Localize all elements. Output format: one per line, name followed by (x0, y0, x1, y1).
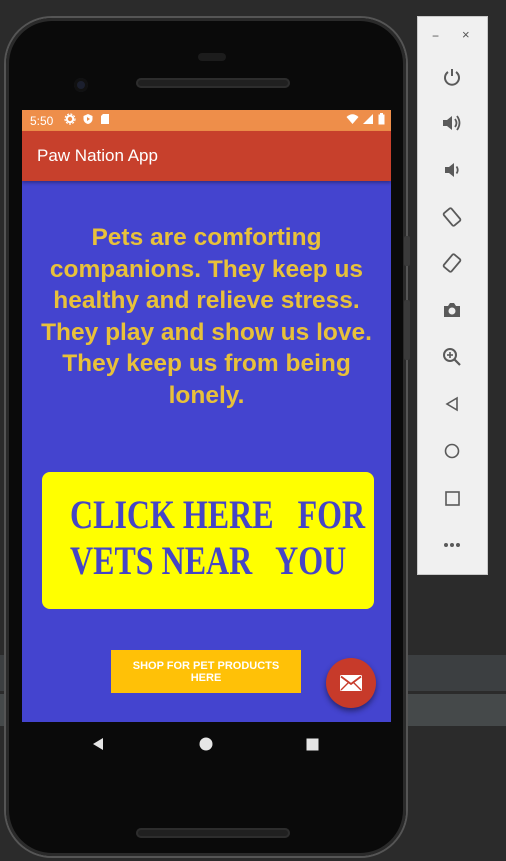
back-icon (445, 396, 458, 412)
volume-down-icon (445, 163, 459, 177)
minimize-button[interactable]: − (432, 29, 439, 43)
play-protect-icon (83, 114, 93, 124)
nav-overview-button[interactable] (300, 732, 324, 756)
app-bar: Paw Nation App (22, 131, 391, 181)
system-navigation-bar (22, 722, 391, 766)
more-icon (444, 543, 460, 547)
overview-icon (444, 490, 460, 506)
device-screen: 5:50 Paw Nation App Pets are comforting … (22, 110, 391, 722)
status-notification-icons (64, 113, 110, 125)
more-button[interactable] (436, 529, 468, 561)
nav-home-button[interactable] (194, 732, 218, 756)
volume-side-button[interactable] (404, 300, 410, 360)
battery-icon (378, 113, 385, 125)
nav-back-button[interactable] (86, 732, 110, 756)
vets-banner-line1: CLICK HERE FOR (70, 492, 366, 537)
camera-icon (444, 303, 460, 317)
rotate-right-icon (442, 253, 462, 273)
rotate-left-button[interactable] (436, 201, 468, 233)
rotate-right-button[interactable] (436, 247, 468, 279)
overview-icon (306, 738, 318, 750)
emulator-home-button[interactable] (436, 435, 468, 467)
emulator-toolbar: − × (417, 16, 488, 575)
status-time: 5:50 (30, 114, 54, 128)
app-title: Paw Nation App (37, 146, 158, 165)
status-system-icons (346, 113, 385, 125)
settings-icon (64, 113, 76, 125)
sd-card-icon (101, 114, 109, 124)
volume-up-button[interactable] (436, 107, 468, 139)
emulator-window-controls: − × (418, 17, 487, 55)
close-button[interactable]: × (462, 27, 470, 42)
zoom-icon (443, 348, 461, 366)
wifi-icon (346, 114, 359, 124)
home-icon (199, 737, 213, 751)
zoom-button[interactable] (436, 341, 468, 373)
home-icon (444, 443, 460, 459)
screenshot-button[interactable] (436, 294, 468, 326)
status-bar: 5:50 (22, 110, 391, 131)
back-icon (93, 738, 103, 750)
vets-banner-text: CLICK HERE FOR VETS NEAR YOU (70, 492, 365, 584)
shop-pet-products-button[interactable]: SHOP FOR PET PRODUCTS HERE (111, 650, 301, 693)
volume-up-icon (443, 115, 461, 131)
power-icon (444, 69, 460, 86)
mail-icon (340, 675, 362, 691)
top-speaker (136, 78, 290, 88)
emulator-overview-button[interactable] (436, 482, 468, 514)
power-button[interactable] (436, 61, 468, 93)
vets-near-you-button[interactable]: CLICK HERE FOR VETS NEAR YOU (42, 472, 374, 609)
front-camera (74, 78, 88, 92)
pet-benefits-message: Pets are comforting companions. They kee… (41, 224, 372, 409)
earpiece (198, 53, 226, 61)
emulator-back-button[interactable] (436, 388, 468, 420)
bottom-speaker (136, 828, 290, 838)
email-fab[interactable] (326, 658, 376, 708)
volume-down-button[interactable] (436, 154, 468, 186)
signal-icon (363, 114, 373, 124)
rotate-left-icon (442, 207, 462, 227)
power-side-button[interactable] (404, 236, 410, 266)
vets-banner-line2: VETS NEAR YOU (70, 538, 347, 583)
